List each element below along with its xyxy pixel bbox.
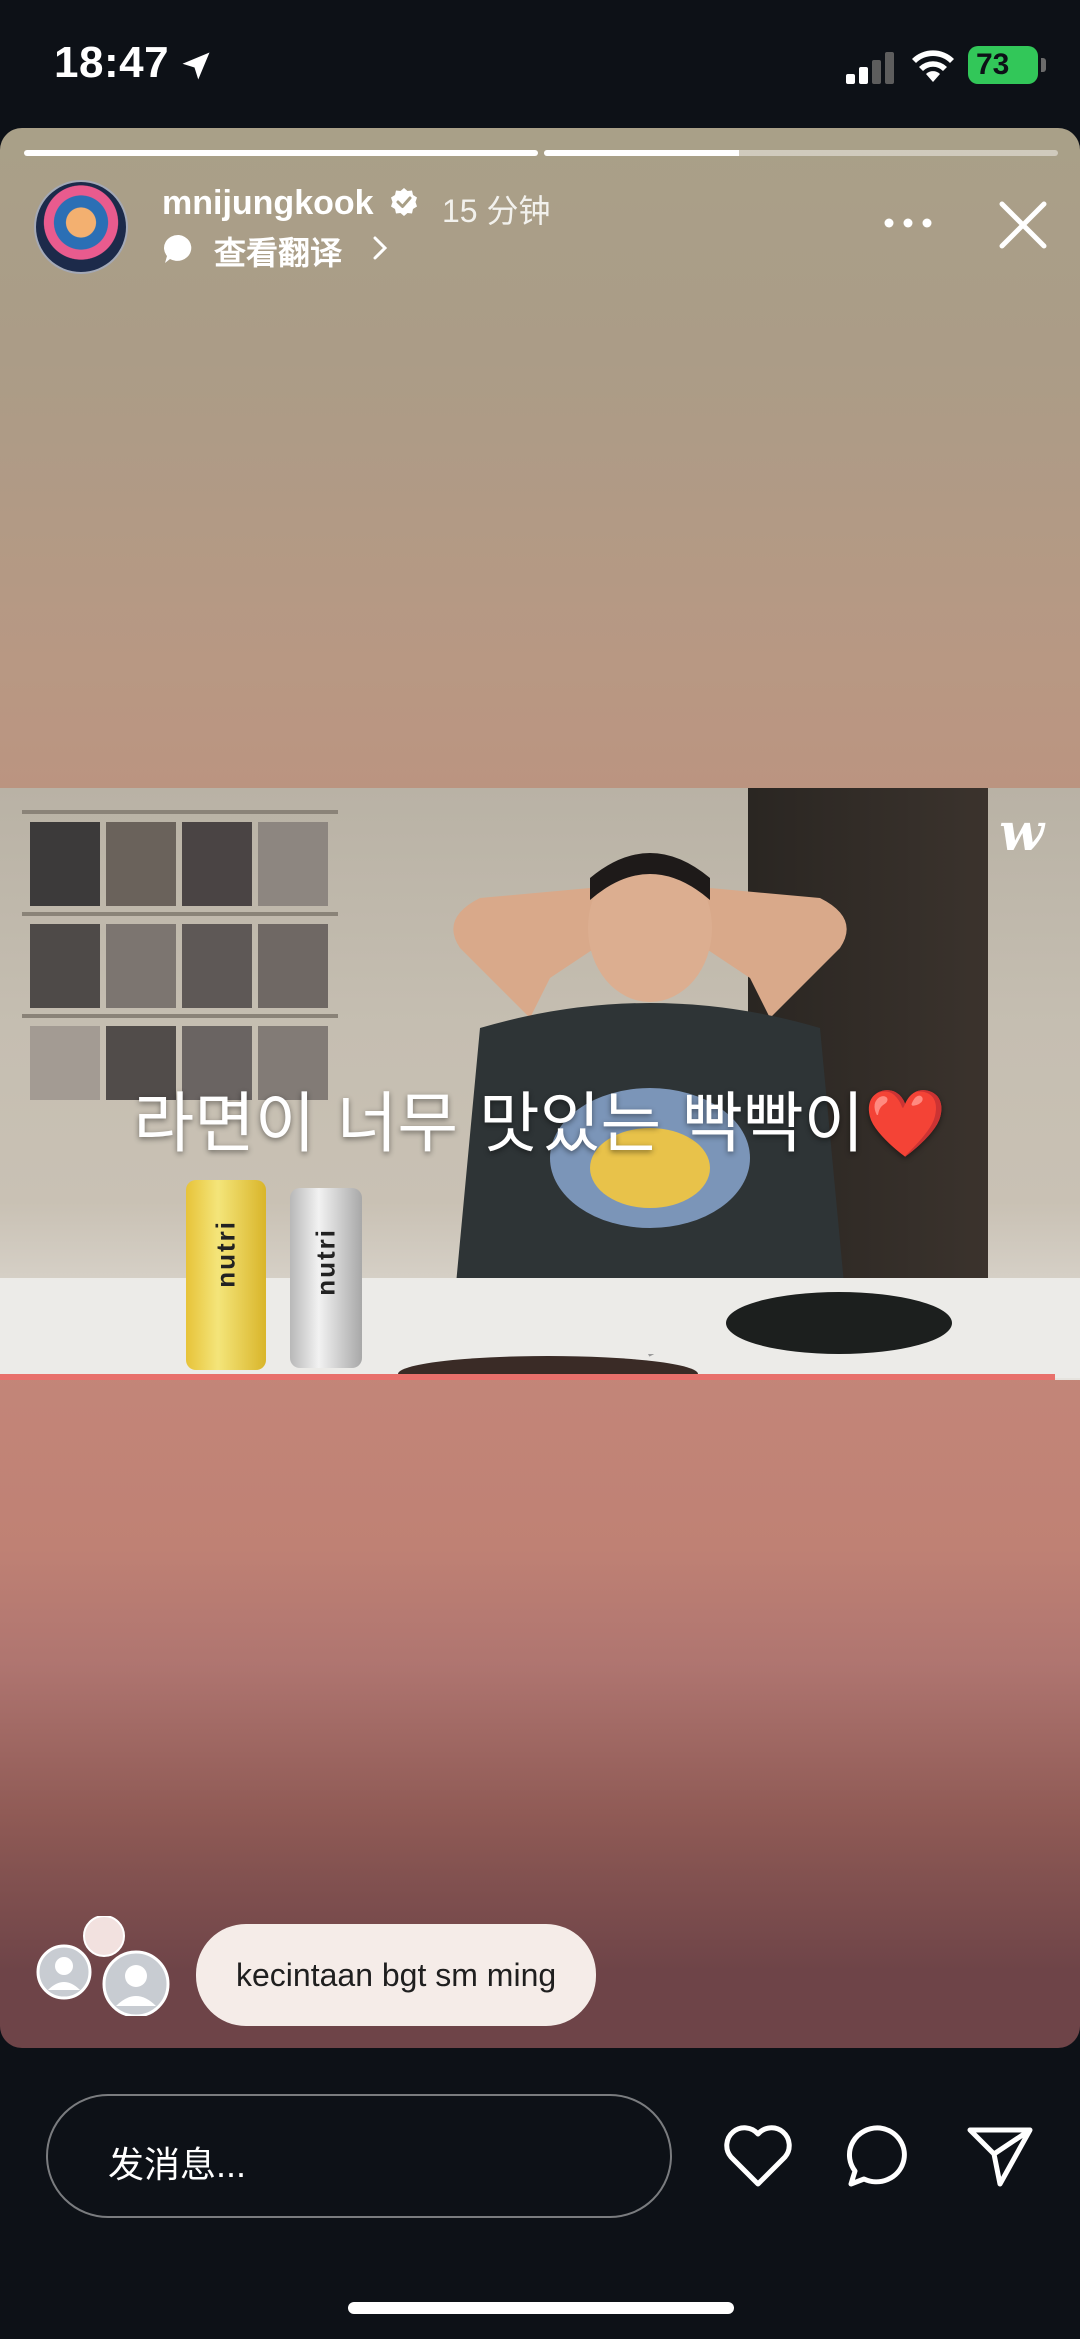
chevron-right-icon[interactable] [370, 234, 390, 262]
verified-badge-icon [391, 188, 417, 216]
drink-can-silver: nutri [290, 1188, 362, 1368]
signal-icon [846, 52, 894, 84]
translate-bubble-icon [164, 234, 192, 263]
status-bar: 18:47 73 [0, 0, 1080, 128]
message-placeholder: 发消息... [108, 2144, 247, 2185]
location-arrow-icon [182, 52, 210, 80]
comment-icon[interactable] [844, 2122, 916, 2190]
story-view[interactable]: mnijungkook 15 分钟 查看翻译 nutri nutri w 라면이… [0, 128, 1080, 2048]
drink-can-yellow: nutri [186, 1180, 266, 1370]
wifi-icon [912, 50, 954, 82]
video-progress-bar [0, 1374, 1055, 1380]
can-label: nutri [210, 1220, 241, 1288]
story-progress-1 [24, 150, 538, 156]
status-time: 18:47 [54, 38, 170, 87]
translate-link[interactable]: 查看翻译 [214, 228, 342, 274]
story-time: 15 分钟 [442, 193, 551, 229]
viewer-avatars [36, 1916, 170, 2016]
reply-comment-bubble[interactable]: kecintaan bgt sm ming [196, 1924, 597, 2026]
weverse-logo: w [999, 802, 1044, 863]
heart-emoji: ❤️ [864, 1085, 947, 1162]
story-progress-2 [544, 150, 1058, 156]
video-caption: 라면이 너무 맛있는 빡빡이❤️ [0, 1070, 1080, 1166]
video-caption-text: 라면이 너무 맛있는 빡빡이 [133, 1085, 865, 1162]
battery-indicator: 73 [968, 46, 1046, 84]
side-dish-plate [726, 1292, 952, 1354]
story-media[interactable]: nutri nutri w 라면이 너무 맛있는 빡빡이❤️ [0, 788, 1080, 1380]
more-icon[interactable] [882, 216, 934, 230]
wall-photos [22, 810, 338, 1100]
can-label: nutri [310, 1228, 341, 1296]
story-progress-1-fill [24, 150, 538, 156]
story-progress-2-fill [544, 150, 740, 156]
heart-icon[interactable] [722, 2122, 794, 2190]
send-icon[interactable] [964, 2122, 1036, 2190]
avatar[interactable] [34, 180, 128, 274]
message-input[interactable]: 发消息... [46, 2094, 672, 2218]
close-icon[interactable] [996, 198, 1050, 252]
username[interactable]: mnijungkook [162, 184, 374, 223]
home-indicator [348, 2302, 734, 2314]
